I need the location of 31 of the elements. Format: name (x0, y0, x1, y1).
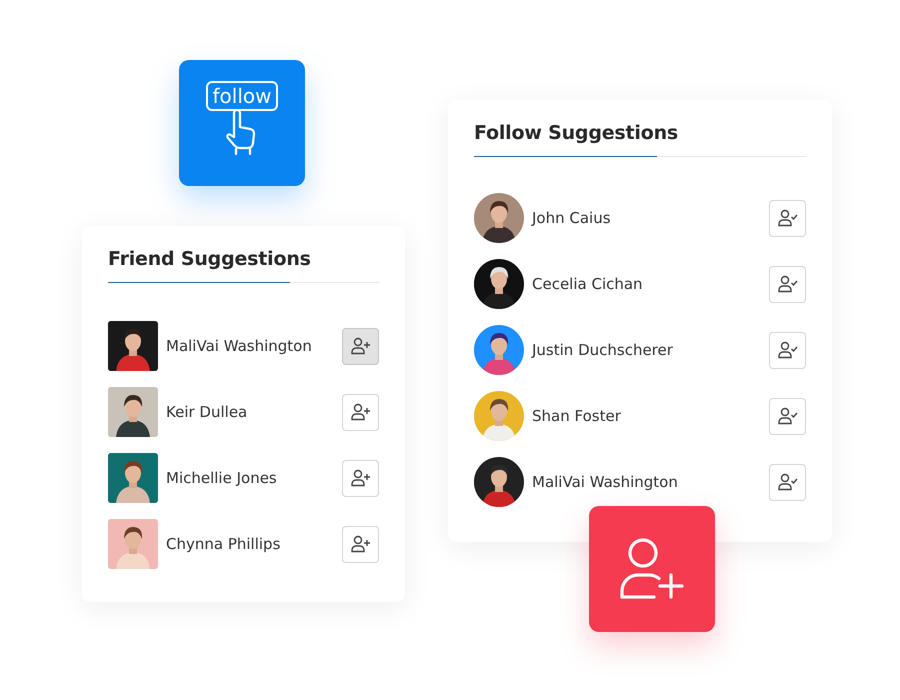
person-name: Chynna Phillips (166, 535, 282, 553)
add-user-icon (350, 469, 370, 487)
person-name: Keir Dullea (166, 403, 248, 421)
card-title: Friend Suggestions (108, 248, 312, 272)
person-name: MaliVai Washington (166, 337, 313, 355)
follow-label: follow (206, 81, 278, 111)
person-name: Michellie Jones (166, 469, 278, 487)
add-user-icon (619, 537, 685, 601)
add-friend-button[interactable] (342, 460, 379, 496)
person-name: Justin Duchscherer (532, 341, 674, 359)
person-name: Cecelia Cichan (532, 275, 644, 293)
card-title: Follow Suggestions (474, 122, 679, 146)
follow-button[interactable] (769, 332, 806, 368)
add-user-icon (350, 403, 370, 421)
follow-button[interactable] (769, 266, 806, 302)
user-check-icon (778, 473, 798, 491)
add-friend-button[interactable] (342, 394, 379, 430)
user-check-icon (778, 407, 798, 425)
add-friend-button[interactable] (342, 328, 379, 364)
user-check-icon (778, 341, 798, 359)
person-name: Shan Foster (532, 407, 622, 425)
follow-button[interactable] (769, 464, 806, 500)
add-user-icon (350, 535, 370, 553)
follow-button[interactable] (769, 398, 806, 434)
user-check-icon (778, 209, 798, 227)
user-check-icon (778, 275, 798, 293)
follow-button[interactable] (769, 200, 806, 236)
add-user-icon (350, 337, 370, 355)
add-friend-button[interactable] (342, 526, 379, 562)
person-name: MaliVai Washington (532, 473, 679, 491)
person-name: John Caius (532, 209, 612, 227)
